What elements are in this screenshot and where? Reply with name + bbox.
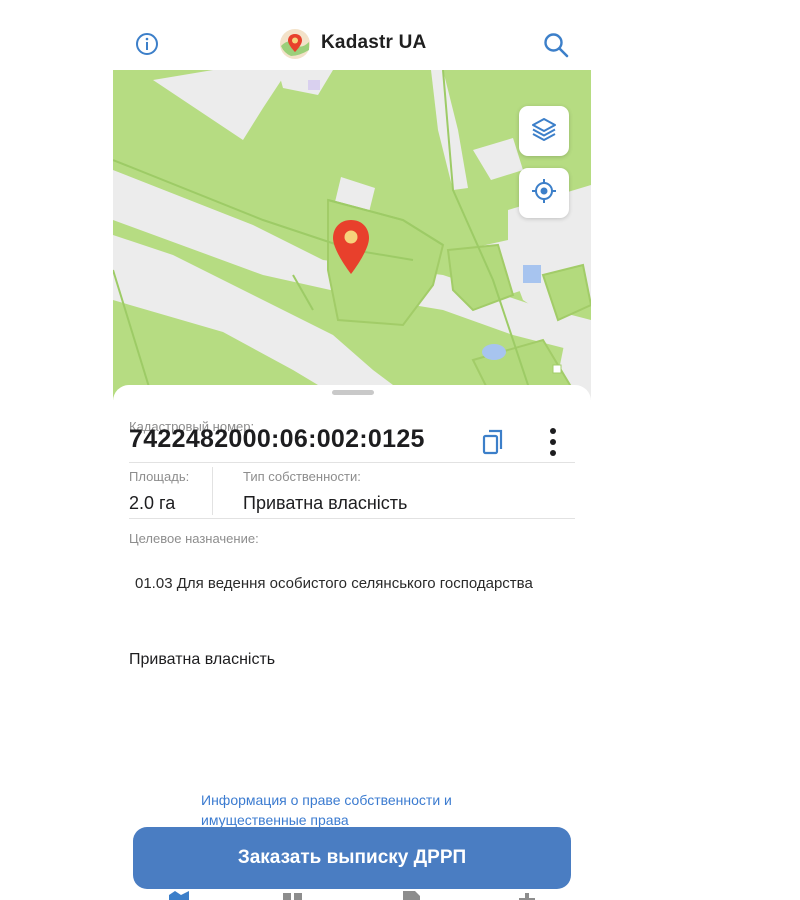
area-label: Площадь: (129, 469, 190, 484)
sheet-drag-handle[interactable] (332, 390, 374, 395)
layers-button[interactable] (519, 106, 569, 156)
search-icon[interactable] (541, 30, 571, 60)
app-title: Kadastr UA (321, 32, 427, 53)
tab-map-icon[interactable] (167, 889, 191, 900)
app-header: Kadastr UA (113, 18, 591, 70)
map-pin-logo-icon (279, 28, 311, 60)
info-icon[interactable] (135, 32, 159, 56)
locate-button[interactable] (519, 168, 569, 218)
order-extract-button[interactable]: Заказать выписку ДРРП (133, 827, 571, 889)
crosshair-icon (530, 177, 558, 210)
ownership-type-label: Тип собственности: (243, 469, 361, 484)
tab-settings-icon[interactable] (515, 889, 539, 900)
more-options-icon[interactable] (541, 425, 565, 459)
copy-icon[interactable] (481, 427, 507, 457)
cadastral-map[interactable] (113, 69, 591, 402)
purpose-label: Целевое назначение: (129, 531, 259, 546)
tab-list-icon[interactable] (281, 889, 305, 900)
layers-icon (531, 116, 557, 147)
divider (129, 462, 575, 463)
divider (129, 518, 575, 519)
tab-documents-icon[interactable] (399, 889, 423, 900)
purpose-value: 01.03 Для ведення особистого селянського… (135, 575, 533, 592)
app-screen: Kadastr UA Кадастровый номер: 7422482000… (113, 18, 591, 900)
cadastral-number: 7422482000:06:002:0125 (129, 425, 425, 453)
parcel-details-sheet: Кадастровый номер: 7422482000:06:002:012… (113, 385, 591, 900)
ownership-type-value: Приватна власність (243, 493, 408, 513)
owner-value: Приватна власність (129, 651, 276, 668)
area-value: 2.0 га (129, 493, 176, 513)
ownership-rights-link[interactable]: Информация о праве собственности и имуще… (201, 790, 521, 830)
divider (212, 467, 213, 515)
map-marker-icon[interactable] (331, 218, 371, 281)
